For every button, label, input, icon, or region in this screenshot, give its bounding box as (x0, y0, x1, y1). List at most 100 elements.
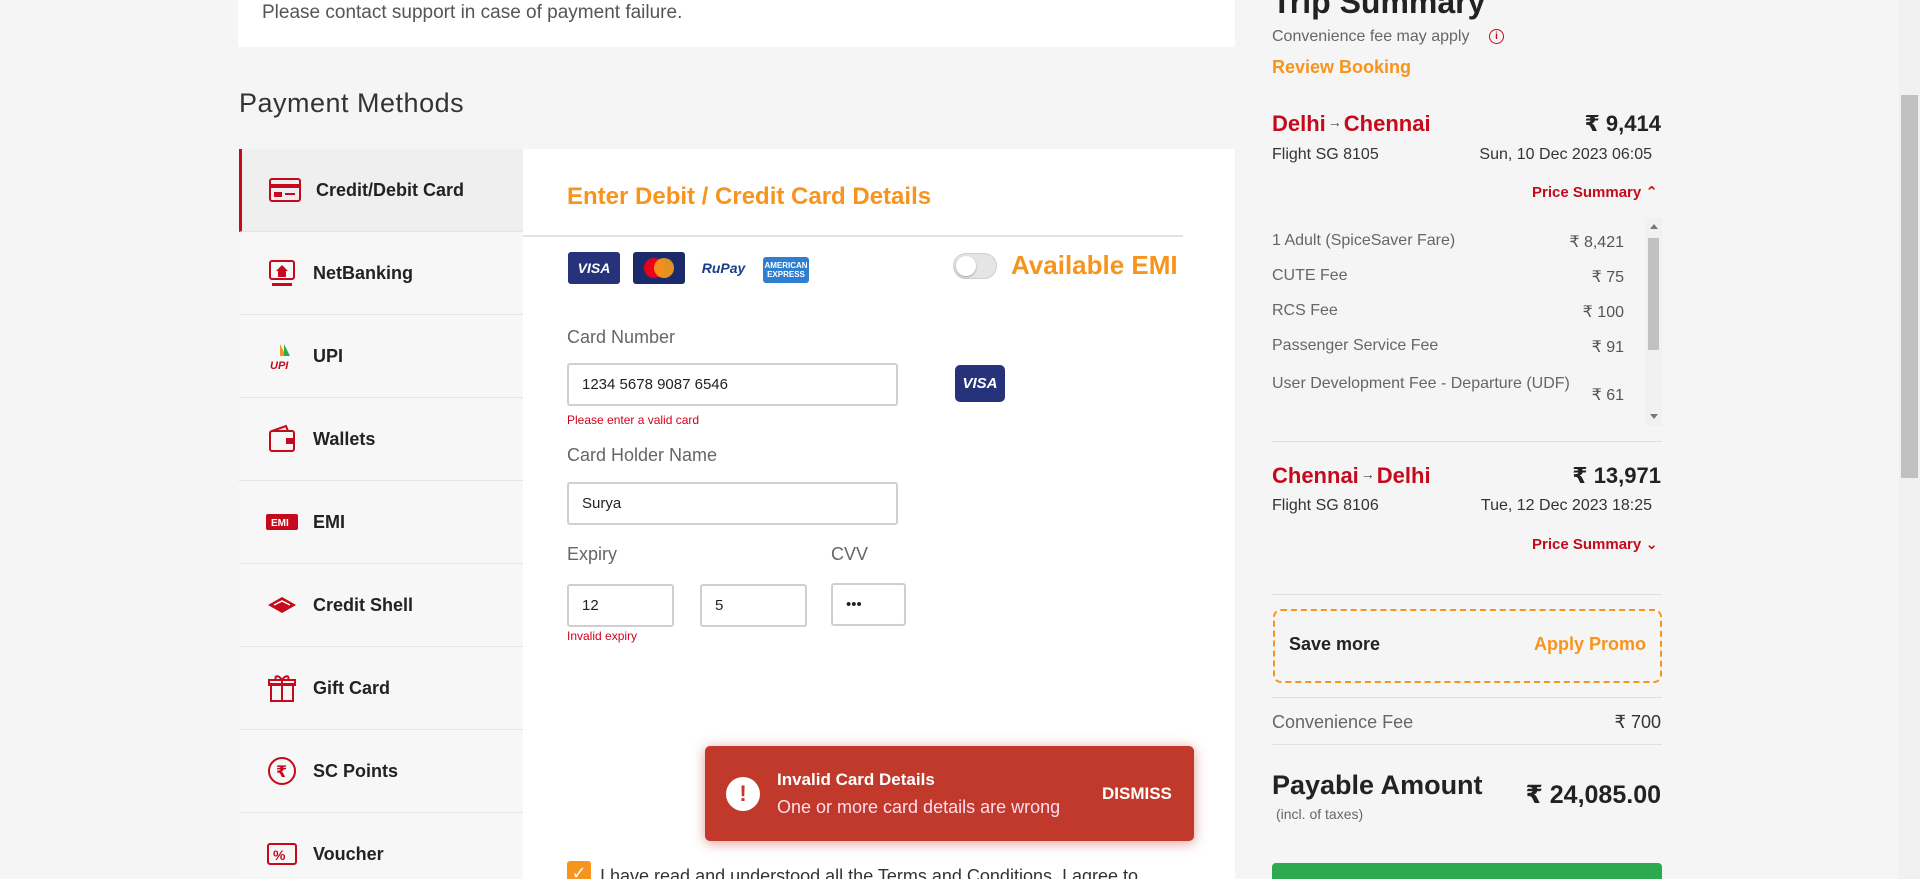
cvv-input[interactable]: ••• (831, 583, 906, 626)
toast-title: Invalid Card Details (777, 770, 935, 789)
review-booking-link[interactable]: Review Booking (1272, 57, 1411, 78)
page-scroll-thumb[interactable] (1901, 95, 1918, 478)
expiry-year-input[interactable]: 5 (700, 584, 807, 627)
divider (1272, 744, 1662, 745)
svg-text:₹: ₹ (276, 762, 287, 781)
wallet-icon (264, 421, 300, 457)
divider (1272, 697, 1662, 698)
menu-item-emi[interactable]: EMI EMI (239, 481, 523, 564)
breakdown-value: ₹ 61 (1591, 387, 1624, 404)
expiry-month-input[interactable]: 12 (567, 584, 674, 627)
emi-label: Available EMI (1011, 250, 1178, 280)
menu-item-netbanking[interactable]: NetBanking (239, 232, 523, 315)
alert-icon: ! (726, 777, 760, 811)
menu-item-voucher[interactable]: % Voucher (239, 813, 523, 879)
info-icon[interactable]: i (1489, 29, 1504, 44)
breakdown-label: Passenger Service Fee (1272, 337, 1439, 354)
rupay-logo: RuPay (701, 260, 746, 276)
menu-item-gift-card[interactable]: Gift Card (239, 647, 523, 730)
scroll-up-icon[interactable] (1650, 224, 1658, 229)
leg-2-date: Tue, 12 Dec 2023 18:25 (1480, 497, 1652, 514)
payable-tax-note: (incl. of taxes) (1276, 806, 1364, 822)
chevron-up-icon: ⌃ (1645, 184, 1658, 201)
price-summary-label: Price Summary (1532, 536, 1642, 553)
card-number-input[interactable]: 1234 5678 9087 6546 (567, 363, 898, 406)
card-holder-label: Card Holder Name (567, 445, 718, 465)
menu-label: SC Points (313, 760, 399, 781)
breakdown-row: 1 Adult (SpiceSaver Fare) ₹ 8,421 (1272, 232, 1624, 251)
leg-1-fare: ₹ 9,414 (1584, 111, 1661, 136)
promo-save-text: Save more (1289, 634, 1381, 654)
error-toast: ! Invalid Card Details One or more card … (705, 746, 1194, 841)
payment-methods-menu: Credit/Debit Card NetBanking UPI UPI Wal… (239, 149, 523, 879)
amex-logo: AMERICAN EXPRESS (763, 257, 809, 283)
card-form-title: Enter Debit / Credit Card Details (567, 183, 932, 210)
dismiss-button[interactable]: DISMISS (1102, 784, 1172, 804)
breakdown-value: ₹ 100 (1582, 304, 1624, 321)
breakdown-scrollbar[interactable] (1645, 218, 1662, 426)
leg-2-price-summary-toggle[interactable]: Price Summary ⌄ (1532, 535, 1658, 553)
breakdown-label: RCS Fee (1272, 302, 1338, 319)
credit-shell-icon (264, 587, 300, 623)
bank-icon (264, 255, 300, 291)
emi-icon: EMI (264, 504, 300, 540)
leg-2-fare: ₹ 13,971 (1572, 463, 1661, 488)
pay-now-button[interactable] (1272, 863, 1662, 879)
breakdown-row: RCS Fee ₹ 100 (1272, 302, 1624, 321)
terms-checkbox[interactable]: ✓ (567, 861, 591, 879)
cvv-label: CVV (831, 544, 869, 564)
leg-2-route: Chennai →Delhi (1272, 463, 1431, 489)
menu-label: Credit/Debit Card (316, 179, 465, 200)
menu-label: Voucher (313, 843, 384, 864)
menu-item-credit-debit-card[interactable]: Credit/Debit Card (239, 149, 523, 232)
expiry-error: Invalid expiry (567, 629, 638, 643)
emi-toggle[interactable] (953, 253, 997, 279)
leg-origin: Chennai (1272, 463, 1359, 488)
leg-1-price-summary-toggle[interactable]: Price Summary ⌃ (1532, 183, 1658, 201)
breakdown-row: User Development Fee - Departure (UDF) ₹ … (1272, 372, 1624, 404)
menu-label: Wallets (313, 428, 376, 449)
arrow-right-icon: → (1327, 114, 1342, 130)
notice-text: Please contact support in case of paymen… (262, 2, 683, 23)
breakdown-label: User Development Fee - Departure (UDF) (1272, 375, 1570, 392)
scroll-thumb[interactable] (1648, 238, 1659, 350)
apply-promo-button[interactable]: Apply Promo (1534, 634, 1646, 655)
menu-label: UPI (313, 345, 344, 366)
card-number-error: Please enter a valid card (567, 413, 700, 427)
arrow-right-icon: → (1360, 466, 1375, 482)
scroll-down-icon[interactable] (1650, 414, 1658, 419)
menu-label: Gift Card (313, 677, 391, 698)
payment-notice: Please contact support in case of paymen… (238, 0, 1235, 47)
menu-label: NetBanking (313, 262, 414, 283)
gift-icon (264, 670, 300, 706)
toggle-knob (956, 256, 976, 276)
visa-logo: VISA (568, 252, 620, 284)
card-number-label: Card Number (567, 327, 676, 347)
menu-item-wallets[interactable]: Wallets (239, 398, 523, 481)
detected-card-brand: VISA (955, 365, 1005, 402)
toast-message: One or more card details are wrong (777, 797, 1061, 817)
price-breakdown: 1 Adult (SpiceSaver Fare) ₹ 8,421 CUTE Fe… (1272, 216, 1662, 428)
mastercard-logo (633, 252, 685, 284)
payment-methods-title: Payment Methods (239, 88, 465, 118)
expiry-label: Expiry (567, 544, 618, 564)
menu-item-credit-shell[interactable]: Credit Shell (239, 564, 523, 647)
leg-destination: Chennai (1343, 111, 1431, 136)
page-scrollbar[interactable] (1899, 0, 1920, 879)
breakdown-row: Passenger Service Fee ₹ 91 (1272, 337, 1624, 356)
svg-text:EMI: EMI (271, 518, 289, 529)
breakdown-label: CUTE Fee (1272, 267, 1348, 284)
leg-2-flight: Flight SG 8106 (1272, 497, 1379, 514)
leg-1-date: Sun, 10 Dec 2023 06:05 (1479, 146, 1652, 163)
divider (1272, 441, 1662, 442)
menu-item-upi[interactable]: UPI UPI (239, 315, 523, 398)
leg-origin: Delhi (1272, 111, 1326, 136)
price-summary-label: Price Summary (1532, 184, 1642, 201)
card-holder-input[interactable]: Surya (567, 482, 898, 525)
breakdown-value: ₹ 91 (1591, 339, 1624, 356)
chevron-down-icon: ⌄ (1645, 536, 1658, 553)
menu-item-sc-points[interactable]: ₹ SC Points (239, 730, 523, 813)
menu-label: Credit Shell (313, 594, 414, 615)
terms-text: I have read and understood all the Terms… (600, 866, 1139, 879)
promo-box: Save more Apply Promo (1273, 609, 1662, 683)
